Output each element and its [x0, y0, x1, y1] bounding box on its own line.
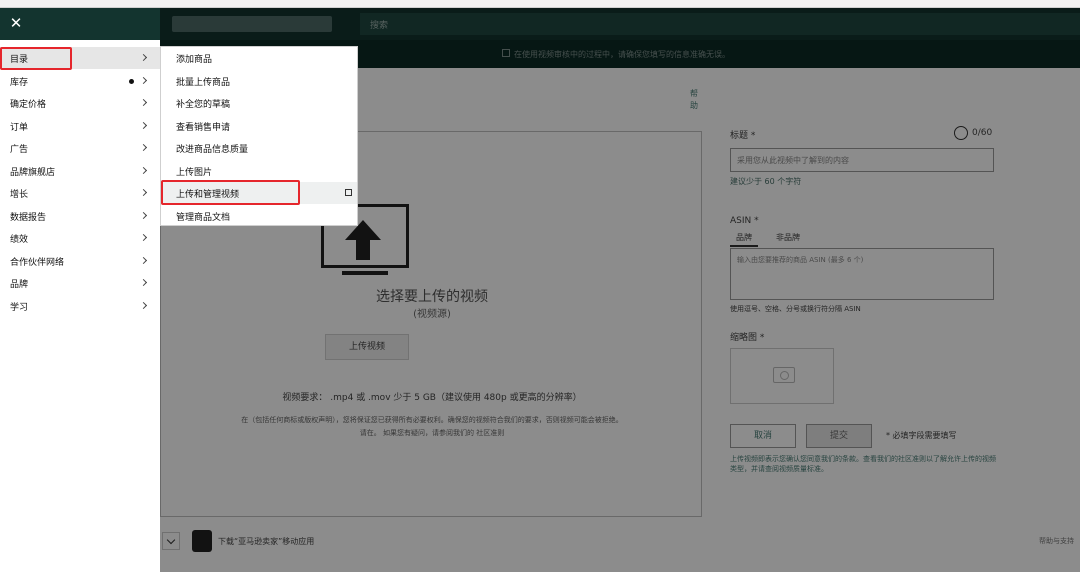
sidebar-item[interactable]: 广告 — [0, 137, 160, 159]
sidebar-item[interactable]: 订单 — [0, 115, 160, 137]
catalog-submenu: 添加商品批量上传商品 补全您的草稿 查看销售申请改进商品信息质量 上传图片上传和管理视… — [160, 46, 358, 226]
chevron-right-icon — [139, 211, 148, 219]
sidebar-item-label: 广告 — [10, 145, 29, 155]
submenu-item-label: 上传图片 — [176, 167, 213, 178]
chevron-right-icon — [139, 301, 148, 309]
sidebar-item-label: 品牌旗舰店 — [10, 167, 56, 178]
chevron-right-icon — [139, 53, 148, 62]
chevron-right-icon — [139, 143, 148, 152]
submenu-item-label: 添加商品 — [176, 55, 213, 65]
submenu-item[interactable]: 添加商品 — [161, 47, 357, 69]
submenu-item-label: 改进商品信息质量 — [176, 145, 249, 155]
notification-dot — [129, 78, 134, 84]
submenu-item[interactable]: 管理商品文档 — [161, 205, 357, 227]
submenu-item[interactable]: 上传图片 — [161, 160, 357, 182]
chevron-right-icon — [139, 188, 148, 197]
chevron-right-icon — [139, 278, 148, 287]
submenu-item-label: 补全您的草稿 — [176, 100, 231, 110]
sidebar-item[interactable]: 学习 — [0, 295, 160, 317]
sidebar-item-label: 品牌 — [10, 280, 29, 290]
sidebar-item[interactable]: 数据报告 — [0, 205, 160, 227]
submenu-item[interactable]: 补全您的草稿 — [161, 92, 357, 114]
sidebar-item[interactable]: 库存 — [0, 70, 160, 92]
submenu-item[interactable]: 批量上传商品 — [161, 70, 357, 92]
sidebar-item[interactable]: 品牌 — [0, 272, 160, 294]
submenu-item-label: 查看销售申请 — [176, 122, 231, 133]
sidebar-item-label: 增长 — [10, 190, 29, 200]
submenu-item-label: 上传和管理视频 — [176, 190, 240, 200]
submenu-item[interactable]: 改进商品信息质量 — [161, 137, 357, 159]
sidebar-item[interactable]: 目录 — [0, 47, 160, 69]
sidebar-item-label: 确定价格 — [10, 100, 47, 110]
sidebar-item[interactable]: 绩效 — [0, 227, 160, 249]
submenu-item-label: 批量上传商品 — [176, 77, 231, 88]
sidebar-item-label: 订单 — [10, 122, 29, 133]
close-icon[interactable]: ✕ — [8, 15, 24, 31]
chevron-right-icon — [139, 98, 148, 107]
chevron-right-icon — [139, 121, 148, 129]
sidebar-item-label: 合作伙伴网络 — [10, 257, 65, 268]
sidebar-item[interactable]: 确定价格 — [0, 92, 160, 114]
chevron-right-icon — [139, 76, 148, 84]
sidebar-menu: ✕ 目录库存确定价格订单广告品牌旗舰店增长数据报告绩效合作伙伴网络 品牌学习 — [0, 8, 160, 572]
open-new-window-icon — [345, 189, 352, 196]
sidebar-item-label: 绩效 — [10, 235, 29, 245]
browser-strip — [0, 0, 1080, 8]
sidebar-item[interactable]: 增长 — [0, 182, 160, 204]
sidebar-item-label: 库存 — [10, 77, 29, 88]
submenu-item[interactable]: 上传和管理视频 — [161, 182, 357, 204]
sidebar-item-label: 目录 — [10, 55, 29, 65]
sidebar-item-label: 学习 — [10, 302, 29, 313]
chevron-right-icon — [139, 256, 148, 264]
sidebar-item[interactable]: 品牌旗舰店 — [0, 160, 160, 182]
sidebar-header: ✕ — [0, 8, 160, 40]
sidebar-item-label: 数据报告 — [10, 212, 47, 223]
submenu-item-label: 管理商品文档 — [176, 212, 231, 223]
submenu-item[interactable]: 查看销售申请 — [161, 115, 357, 137]
chevron-right-icon — [139, 233, 148, 242]
chevron-right-icon — [139, 166, 148, 174]
sidebar-item[interactable]: 合作伙伴网络 — [0, 250, 160, 272]
